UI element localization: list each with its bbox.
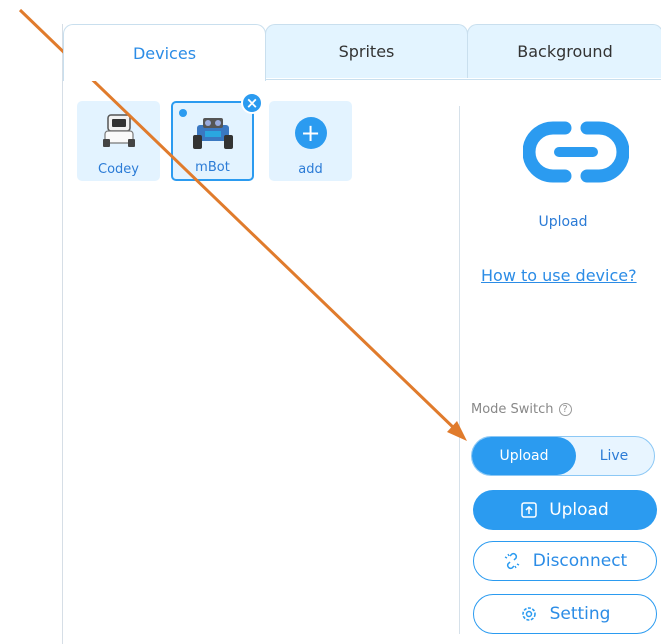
upload-button-label: Upload <box>549 500 609 520</box>
connection-caption: Upload <box>538 214 588 230</box>
device-label: add <box>298 162 323 177</box>
help-icon[interactable]: ? <box>558 403 572 416</box>
mode-switch-toggle[interactable]: Upload Live <box>471 436 655 476</box>
gear-icon <box>521 607 536 621</box>
disconnect-button-label: Disconnect <box>532 551 628 571</box>
mode-upload-option[interactable]: Upload <box>472 437 576 475</box>
plus-icon: + <box>294 117 327 149</box>
codey-robot-icon <box>102 114 135 147</box>
upload-icon <box>521 502 537 518</box>
mbot-robot-icon <box>192 118 233 149</box>
device-card-mbot[interactable]: mBot × <box>171 92 263 181</box>
devices-panel: Devices Sprites Background Codey mBot × <box>62 24 661 644</box>
tab-divider-line <box>263 79 661 80</box>
link-icon[interactable] <box>523 120 629 184</box>
device-card-codey[interactable]: Codey <box>77 101 160 181</box>
mode-switch-text: Mode Switch <box>471 402 554 417</box>
upload-button[interactable]: Upload <box>473 490 657 530</box>
tab-sprites[interactable]: Sprites <box>265 24 468 78</box>
device-label: Codey <box>98 162 139 177</box>
mode-live-option[interactable]: Live <box>574 437 654 475</box>
tab-devices[interactable]: Devices <box>63 24 266 81</box>
setting-button[interactable]: Setting <box>473 594 657 634</box>
setting-button-label: Setting <box>549 604 611 624</box>
disconnect-button[interactable]: Disconnect <box>473 541 657 581</box>
broken-link-icon <box>504 552 520 570</box>
how-to-use-device-link[interactable]: How to use device? <box>481 266 637 285</box>
vertical-divider <box>459 106 460 634</box>
add-device-button[interactable]: + add <box>269 101 352 181</box>
mode-switch-label: Mode Switch ? <box>471 402 572 417</box>
active-indicator <box>179 109 187 117</box>
tab-background[interactable]: Background <box>467 24 661 78</box>
tab-bar: Devices Sprites Background <box>63 24 661 81</box>
device-label: mBot <box>195 160 230 175</box>
remove-device-button[interactable]: × <box>241 92 263 114</box>
